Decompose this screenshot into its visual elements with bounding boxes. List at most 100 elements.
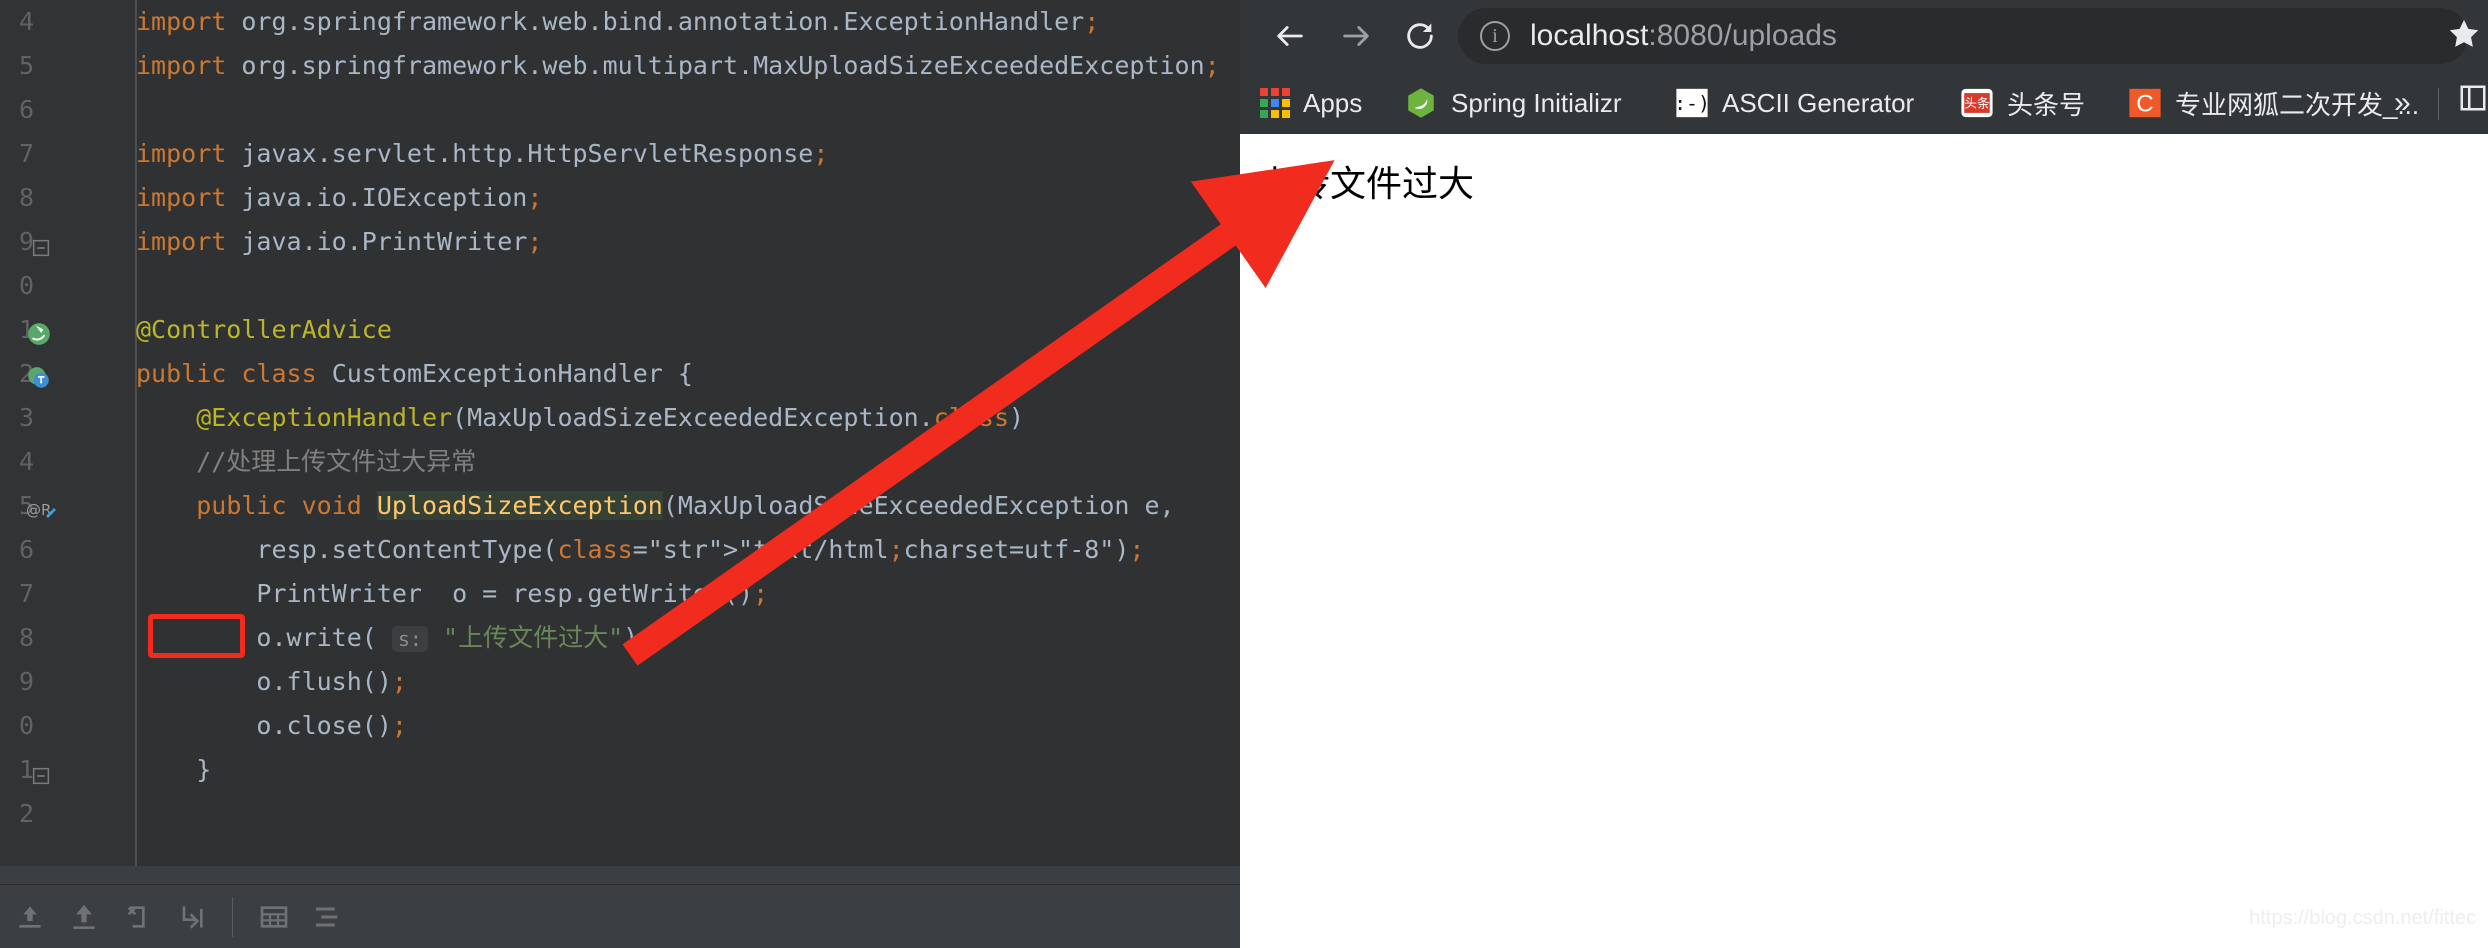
gutter-line[interactable]: 7 bbox=[0, 132, 112, 176]
line-number: 2 bbox=[18, 799, 34, 828]
bookmark-toutiao[interactable]: 头条 头条号 bbox=[1960, 83, 2085, 123]
gutter-line[interactable]: 0 bbox=[0, 704, 112, 748]
bookmark-apps[interactable]: Apps bbox=[1260, 83, 1362, 123]
push-icon[interactable] bbox=[68, 901, 100, 933]
gutter-line[interactable]: 5 @R bbox=[0, 484, 112, 528]
gutter-line[interactable]: 3 bbox=[0, 396, 112, 440]
gutter-line[interactable]: 2 bbox=[0, 792, 112, 836]
toolbar-divider bbox=[232, 897, 233, 937]
reload-icon bbox=[1392, 8, 1448, 64]
code-editor[interactable]: 4 5 6 7 8 9 0 1 2 3 4 5 @R 6 7 8 9 0 1 2 import org.springf… bbox=[0, 0, 1240, 884]
svg-text::-): :-) bbox=[1675, 92, 1709, 115]
svg-text:头条: 头条 bbox=[1964, 95, 1990, 111]
line-number: 7 bbox=[18, 579, 34, 608]
line-number: 4 bbox=[18, 7, 34, 36]
watermark: https://blog.csdn.net/fittec bbox=[2249, 907, 2476, 929]
annotation-red-box bbox=[148, 614, 245, 658]
gutter-line[interactable]: 2 bbox=[0, 352, 112, 396]
bookmarks-bar[interactable]: Apps Spring Initializr :-) ASCII Generat… bbox=[1240, 72, 2488, 134]
bookmark-csdn[interactable]: C 专业网狐二次开发_... bbox=[2128, 83, 2419, 123]
bookmark-spring-initializr[interactable]: Spring Initializr bbox=[1404, 83, 1622, 123]
address-bar[interactable]: i localhost:8080/uploads bbox=[1458, 8, 2468, 64]
commit-icon[interactable] bbox=[14, 901, 46, 933]
line-number: 0 bbox=[18, 271, 34, 300]
code-line[interactable] bbox=[136, 264, 1240, 308]
line-number: 8 bbox=[18, 183, 34, 212]
bookmarks-divider bbox=[2438, 88, 2439, 120]
csdn-c-icon: C bbox=[2129, 88, 2161, 118]
gutter-line[interactable]: 6 bbox=[0, 528, 112, 572]
code-line[interactable]: resp.setContentType(class="str">"text/ht… bbox=[136, 528, 1240, 572]
bookmark-label: ASCII Generator bbox=[1722, 87, 1915, 118]
code-line[interactable]: @ControllerAdvice bbox=[136, 308, 1240, 352]
reload-button[interactable] bbox=[1392, 8, 1448, 64]
forward-button[interactable] bbox=[1328, 8, 1384, 64]
gutter-line[interactable]: 9 bbox=[0, 660, 112, 704]
code-line[interactable] bbox=[136, 792, 1240, 836]
url-path: :8080/uploads bbox=[1648, 19, 1837, 52]
line-number: 3 bbox=[18, 403, 34, 432]
code-line[interactable]: //处理上传文件过大异常 bbox=[136, 440, 1240, 484]
bookmarks-overflow-button[interactable]: » bbox=[2394, 86, 2411, 120]
page-viewport[interactable]: 上传文件过大 https://blog.csdn.net/fittec bbox=[1240, 134, 2488, 948]
reading-list-icon[interactable] bbox=[2458, 83, 2488, 113]
code-line[interactable]: } bbox=[136, 748, 1240, 792]
spring-class-icon[interactable] bbox=[26, 361, 52, 388]
revert-icon[interactable] bbox=[122, 901, 154, 933]
code-area[interactable]: import org.springframework.web.bind.anno… bbox=[136, 0, 1240, 884]
code-line[interactable]: public class CustomExceptionHandler { bbox=[136, 352, 1240, 396]
code-line[interactable]: PrintWriter o = resp.getWriter(); bbox=[136, 572, 1240, 616]
fold-column[interactable] bbox=[112, 0, 136, 884]
code-line[interactable]: o.close(); bbox=[136, 704, 1240, 748]
gutter-line[interactable]: 7 bbox=[0, 572, 112, 616]
gutter-line[interactable]: 1 bbox=[0, 308, 112, 352]
line-number: 5 bbox=[18, 51, 34, 80]
fold-icon[interactable] bbox=[26, 757, 52, 785]
page-body-text: 上传文件过大 bbox=[1258, 164, 1475, 204]
group-by-icon[interactable] bbox=[312, 901, 344, 933]
gutter-line[interactable]: 5 bbox=[0, 44, 112, 88]
screenshot-root: 4 5 6 7 8 9 0 1 2 3 4 5 @R 6 7 8 9 0 1 2 import org.springf… bbox=[0, 0, 2488, 948]
code-line[interactable]: @ExceptionHandler(MaxUploadSizeExceededE… bbox=[136, 396, 1240, 440]
code-line[interactable]: import org.springframework.web.multipart… bbox=[136, 44, 1240, 88]
back-arrow-icon bbox=[1262, 8, 1318, 64]
gutter-line[interactable]: 4 bbox=[0, 0, 112, 44]
gutter-line[interactable]: 1 bbox=[0, 748, 112, 792]
line-number: 0 bbox=[18, 711, 34, 740]
back-button[interactable] bbox=[1262, 8, 1318, 64]
url-text: localhost:8080/uploads bbox=[1530, 19, 1837, 53]
code-line[interactable]: public void UploadSizeException(MaxUploa… bbox=[136, 484, 1240, 528]
line-number: 6 bbox=[18, 95, 34, 124]
line-number: 8 bbox=[18, 623, 34, 652]
code-line[interactable]: import org.springframework.web.bind.anno… bbox=[136, 0, 1240, 44]
gutter-line[interactable]: 0 bbox=[0, 264, 112, 308]
bookmark-ascii-generator[interactable]: :-) ASCII Generator bbox=[1675, 83, 1914, 123]
gutter-line[interactable]: 8 bbox=[0, 616, 112, 660]
code-line[interactable]: import java.io.IOException; bbox=[136, 176, 1240, 220]
editor-bottom-strip bbox=[0, 866, 1240, 884]
code-line[interactable]: o.flush(); bbox=[136, 660, 1240, 704]
line-number: 7 bbox=[18, 139, 34, 168]
code-line[interactable]: import javax.servlet.http.HttpServletRes… bbox=[136, 132, 1240, 176]
gutter-line[interactable]: 4 bbox=[0, 440, 112, 484]
browser-toolbar: i localhost:8080/uploads bbox=[1240, 0, 2488, 72]
bookmark-star-icon[interactable] bbox=[2446, 16, 2482, 61]
gutter-line[interactable]: 9 bbox=[0, 220, 112, 264]
code-line[interactable]: o.write( s: "上传文件过大"); bbox=[136, 616, 1240, 660]
grid-view-icon[interactable] bbox=[258, 901, 290, 933]
toutiao-icon: 头条 bbox=[1961, 88, 1993, 118]
editor-gutter[interactable]: 4 5 6 7 8 9 0 1 2 3 4 5 @R 6 7 8 9 0 1 2 bbox=[0, 0, 112, 884]
url-host: localhost bbox=[1530, 19, 1649, 52]
code-line[interactable]: import java.io.PrintWriter; bbox=[136, 220, 1240, 264]
code-line[interactable] bbox=[136, 88, 1240, 132]
fold-icon[interactable] bbox=[26, 229, 52, 257]
site-info-icon[interactable]: i bbox=[1480, 21, 1510, 51]
jump-to-source-icon[interactable] bbox=[176, 901, 208, 933]
spring-bean-icon[interactable] bbox=[26, 317, 52, 345]
gutter-line[interactable]: 8 bbox=[0, 176, 112, 220]
gutter-line[interactable]: 6 bbox=[0, 88, 112, 132]
bookmark-label: Apps bbox=[1303, 87, 1363, 118]
ide-bottom-toolbar[interactable] bbox=[0, 884, 1240, 948]
override-icon[interactable]: @R bbox=[26, 493, 56, 519]
line-number: 4 bbox=[18, 447, 34, 476]
